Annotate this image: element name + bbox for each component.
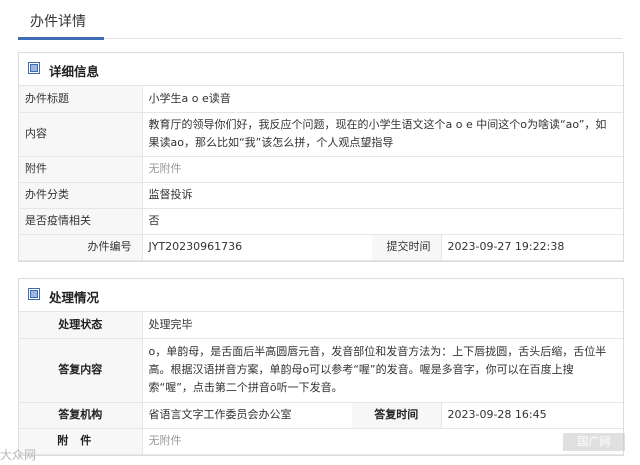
- handling-panel-title: 处理情况: [49, 290, 100, 305]
- reply-time-label: 答复时间: [352, 402, 442, 429]
- table-row: 附件 无附件: [19, 428, 623, 455]
- handling-panel: 处理情况 处理状态 处理完毕 答复内容 o，单韵母，是舌面后半高圆唇元音，发音部…: [18, 278, 624, 456]
- title-bar: 办件详情: [18, 0, 622, 40]
- status-value: 处理完毕: [142, 312, 623, 339]
- list-panel-icon: [28, 62, 40, 74]
- watermark-left: 大众网: [0, 448, 37, 462]
- org-value: 省语言文字工作委员会办公室: [142, 402, 352, 429]
- epidemic-label: 是否疫情相关: [19, 208, 143, 235]
- reply-attachment-label: 附件: [19, 428, 143, 455]
- status-label: 处理状态: [19, 312, 143, 339]
- submit-time-label: 提交时间: [372, 234, 442, 261]
- content-value: 教育厅的领导你们好，我反应个问题，现在的小学生语文这个a o e 中间这个o为啥…: [142, 112, 623, 157]
- attachment-label: 附件: [19, 156, 143, 183]
- subject-value: 小学生a o e读音: [142, 86, 623, 113]
- table-row: 答复内容 o，单韵母，是舌面后半高圆唇元音，发音部位和发音方法为：上下唇拢圆，舌…: [19, 338, 623, 403]
- table-row: 是否疫情相关 否: [19, 208, 623, 235]
- content-label: 内容: [19, 112, 143, 157]
- page-title: 办件详情: [30, 14, 86, 30]
- table-row: 内容 教育厅的领导你们好，我反应个问题，现在的小学生语文这个a o e 中间这个…: [19, 112, 623, 157]
- table-row: 办件编号 JYT20230961736 提交时间 2023-09-27 19:2…: [19, 234, 623, 261]
- table-row: 答复机构 省语言文字工作委员会办公室 答复时间 2023-09-28 16:45: [19, 402, 623, 429]
- reply-value: o，单韵母，是舌面后半高圆唇元音，发音部位和发音方法为：上下唇拢圆，舌头后缩，舌…: [142, 338, 623, 403]
- handling-panel-header: 处理情况: [19, 279, 623, 312]
- table-row: 处理状态 处理完毕: [19, 312, 623, 339]
- epidemic-value: 否: [142, 208, 623, 235]
- reply-time-value: 2023-09-28 16:45: [441, 402, 623, 429]
- submit-time-value: 2023-09-27 19:22:38: [441, 234, 623, 261]
- category-value: 监督投诉: [142, 182, 623, 209]
- table-row: 办件分类 监督投诉: [19, 182, 623, 209]
- watermark-right: 国广网: [563, 433, 625, 451]
- detail-panel-header: 详细信息: [19, 53, 623, 86]
- category-label: 办件分类: [19, 182, 143, 209]
- number-label: 办件编号: [19, 234, 143, 261]
- number-value: JYT20230961736: [142, 234, 372, 261]
- handling-table: 处理状态 处理完毕 答复内容 o，单韵母，是舌面后半高圆唇元音，发音部位和发音方…: [19, 312, 623, 455]
- list-panel-icon: [28, 288, 40, 300]
- subject-label: 办件标题: [19, 86, 143, 113]
- reply-attachment-value: 无附件: [142, 428, 623, 455]
- detail-panel-title: 详细信息: [49, 64, 100, 79]
- detail-table: 办件标题 小学生a o e读音 内容 教育厅的领导你们好，我反应个问题，现在的小…: [19, 86, 623, 261]
- detail-panel: 详细信息 办件标题 小学生a o e读音 内容 教育厅的领导你们好，我反应个问题…: [18, 52, 624, 262]
- table-row: 办件标题 小学生a o e读音: [19, 86, 623, 113]
- reply-label: 答复内容: [19, 338, 143, 403]
- org-label: 答复机构: [19, 402, 143, 429]
- title-underline: [18, 37, 104, 40]
- table-row: 附件 无附件: [19, 156, 623, 183]
- attachment-value: 无附件: [142, 156, 623, 183]
